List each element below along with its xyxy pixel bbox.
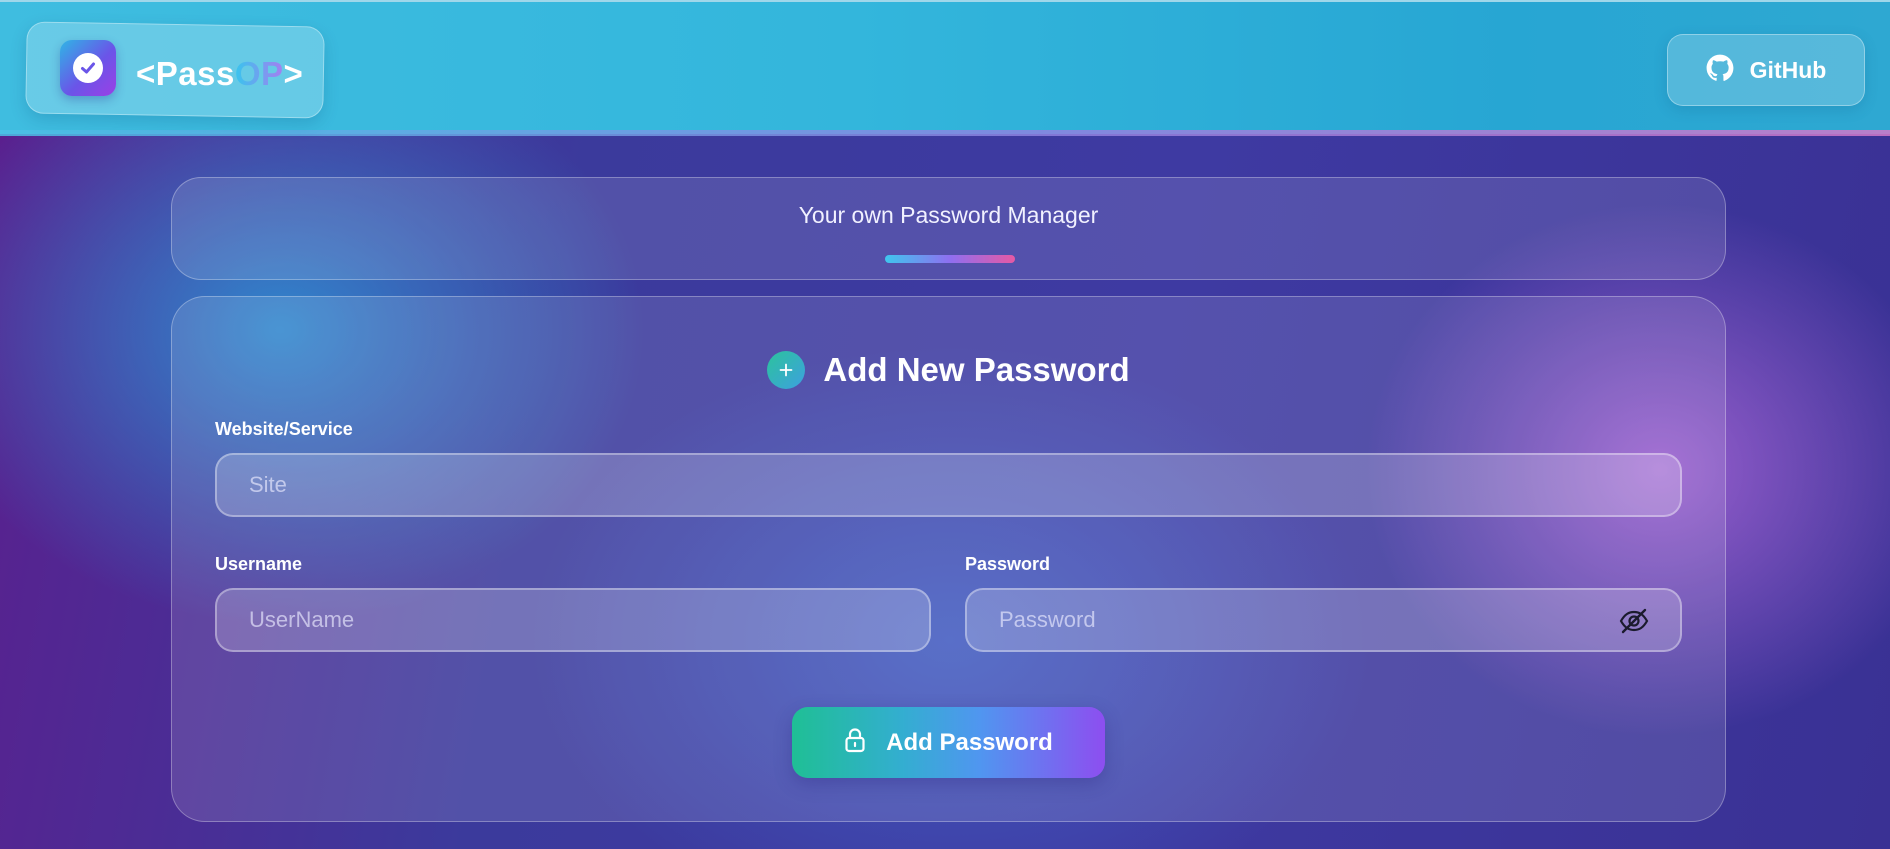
tagline-card: Your own Password Manager	[171, 177, 1726, 280]
github-icon	[1706, 54, 1734, 87]
plus-icon	[767, 351, 806, 389]
website-label: Website/Service	[215, 419, 353, 439]
header-accent-line	[0, 130, 1890, 136]
username-label: Username	[215, 554, 303, 574]
add-password-button[interactable]: Add Password	[792, 707, 1105, 778]
github-button-label: GitHub	[1749, 56, 1827, 83]
logo-prefix: <	[136, 55, 156, 92]
check-circle-icon	[73, 53, 103, 83]
website-field-box	[215, 453, 1682, 517]
add-password-button-label: Add Password	[886, 728, 1053, 756]
username-field-box	[215, 588, 931, 652]
logo-accent: OP	[234, 55, 284, 92]
github-button[interactable]: GitHub	[1667, 34, 1865, 106]
password-label: Password	[965, 554, 1051, 574]
top-navbar: < Pass OP > GitHub	[0, 0, 1890, 136]
form-header: Add New Password	[172, 345, 1725, 395]
add-password-form: Add New Password Website/Service Usernam…	[171, 296, 1726, 822]
logo-suffix: >	[283, 55, 304, 92]
password-field-box	[965, 588, 1682, 652]
password-input[interactable]	[999, 590, 1600, 650]
eye-off-icon[interactable]	[1618, 606, 1650, 636]
logo-badge	[60, 40, 116, 96]
username-input[interactable]	[249, 590, 929, 650]
tagline-underline	[885, 255, 1015, 263]
lock-icon	[844, 727, 866, 758]
website-input[interactable]	[249, 455, 1680, 515]
form-title: Add New Password	[823, 351, 1130, 388]
tagline-text: Your own Password Manager	[798, 202, 1099, 228]
logo-word: Pass	[155, 55, 235, 92]
app-logo-text: < Pass OP >	[136, 52, 303, 96]
